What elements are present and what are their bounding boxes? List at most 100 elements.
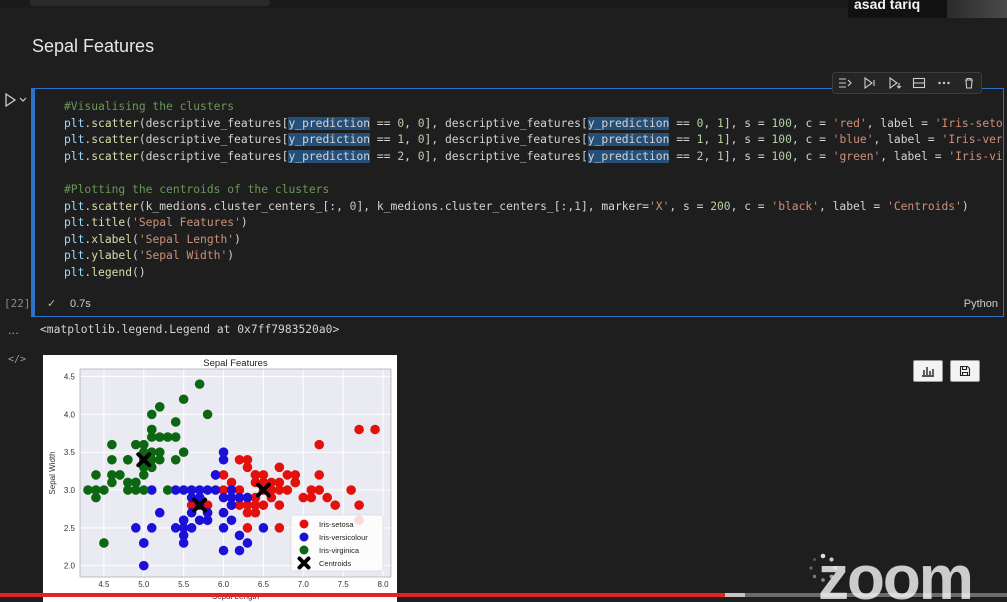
scatter-point <box>210 470 221 480</box>
code-token: scatter <box>91 133 139 147</box>
code-token: plt <box>64 265 85 279</box>
code-token: 'Sepal Width' <box>138 249 228 263</box>
more-icon[interactable] <box>935 74 953 92</box>
scatter-point <box>99 538 109 548</box>
progress-played <box>0 593 726 597</box>
code-token: ) <box>234 232 241 246</box>
output-more-icon[interactable]: ... <box>8 322 19 337</box>
code-line[interactable]: plt.legend() <box>64 265 1002 282</box>
code-token: y_prediction <box>587 149 670 163</box>
code-line[interactable]: plt.scatter(descriptive_features[y_predi… <box>64 149 1002 166</box>
code-token: plt <box>64 216 85 230</box>
scatter-point <box>250 470 261 480</box>
scatter-point <box>154 402 165 412</box>
output-code-icon[interactable]: </> <box>8 354 26 365</box>
code-line[interactable]: plt.scatter(descriptive_features[y_predi… <box>64 132 1002 149</box>
scatter-point <box>178 485 189 495</box>
markdown-heading: Sepal Features <box>32 36 155 56</box>
previous-cell-header <box>30 0 270 6</box>
participant-name: asad tariq <box>854 0 921 12</box>
execute-above-icon[interactable] <box>861 74 879 92</box>
cell-toolbar <box>832 72 982 94</box>
check-icon: ✓ <box>47 298 57 310</box>
code-line[interactable] <box>64 165 1002 182</box>
scatter-point <box>274 500 285 510</box>
participant-video-tile[interactable]: asad tariq <box>848 0 1007 18</box>
execution-time: 0.7s <box>70 298 91 310</box>
code-token: , label = <box>880 149 949 163</box>
execute-below-icon[interactable] <box>886 74 904 92</box>
split-cell-icon[interactable] <box>910 74 928 92</box>
code-token: () <box>132 265 146 279</box>
code-token: 'green' <box>832 149 881 163</box>
y-tick-label: 3.0 <box>64 486 76 495</box>
code-token: , <box>703 149 718 163</box>
code-token: y_prediction <box>288 116 371 130</box>
scatter-point <box>99 485 109 495</box>
y-tick-label: 3.5 <box>64 448 76 457</box>
code-token: plt <box>64 249 85 263</box>
code-token: 'Iris-versic <box>941 133 1002 147</box>
scatter-plot-output: 4.5 5.0 5.5 6.0 6.5 7.0 7.5 8.0 2.0 2.5 3.0 3.5 4.0 4… <box>43 355 397 602</box>
legend-marker <box>299 519 309 529</box>
code-token: 1 <box>717 116 724 130</box>
code-line[interactable]: #Plotting the centroids of the clusters <box>64 182 1002 199</box>
code-token: 100 <box>771 133 792 147</box>
code-line[interactable]: plt.xlabel('Sepal Length') <box>64 232 1002 249</box>
code-token: ) <box>227 249 235 263</box>
code-token: 'red' <box>832 116 867 130</box>
code-line[interactable]: plt.ylabel('Sepal Width') <box>64 248 1002 265</box>
execution-count: [22] <box>4 297 31 310</box>
chevron-down-icon[interactable] <box>19 97 27 103</box>
code-token: , <box>404 116 418 130</box>
x-tick-label: 7.5 <box>338 580 350 589</box>
scatter-point <box>242 454 253 465</box>
kernel-language[interactable]: Python <box>964 298 998 310</box>
scatter-point <box>146 424 157 435</box>
code-token: 200 <box>710 199 731 213</box>
bar-chart-icon <box>922 367 934 377</box>
code-token: , label = <box>873 133 942 147</box>
code-editor[interactable]: #Visualising the clusters plt.scatter(des… <box>64 99 1002 282</box>
code-token: 1 <box>717 133 724 147</box>
code-token: ], descriptive_features[ <box>424 133 588 147</box>
scatter-point <box>138 538 149 548</box>
code-line[interactable]: plt.scatter(descriptive_features[y_predi… <box>64 116 1002 133</box>
code-cell[interactable]: #Visualising the clusters plt.scatter(des… <box>31 88 1004 317</box>
code-token: 100 <box>771 149 792 163</box>
code-line[interactable]: plt.title('Sepal Features') <box>64 215 1002 232</box>
scatter-point <box>330 500 340 510</box>
code-token: 'blue' <box>832 133 874 147</box>
scatter-point <box>218 523 229 533</box>
code-token: ], k_medions.cluster_centers_[:, <box>356 199 575 213</box>
play-icon <box>5 93 17 107</box>
code-token: #Plotting the centroids of the clusters <box>64 182 330 196</box>
scatter-point <box>194 379 205 389</box>
participant-video <box>947 0 1007 18</box>
code-token: scatter <box>91 199 139 213</box>
plot-viewer-button[interactable] <box>913 360 943 382</box>
scatter-point <box>154 432 165 442</box>
scatter-chart: 4.5 5.0 5.5 6.0 6.5 7.0 7.5 8.0 2.0 2.5 3.0 3.5 4.0 4… <box>48 358 392 601</box>
code-token: , <box>703 116 718 130</box>
code-line[interactable]: #Visualising the clusters <box>64 99 1002 116</box>
code-token: 'Iris-setosa' <box>934 116 1002 130</box>
code-token: 0 <box>417 149 425 163</box>
code-line[interactable]: plt.scatter(k_medions.cluster_centers_[:… <box>64 199 1002 216</box>
scatter-point <box>107 454 117 465</box>
save-plot-button[interactable] <box>950 360 980 382</box>
scatter-point <box>242 492 253 503</box>
scatter-point <box>282 485 293 495</box>
run-by-line-icon[interactable] <box>836 74 854 92</box>
scatter-point <box>131 477 141 488</box>
code-token: 'Centroids' <box>887 199 962 213</box>
y-axis-label: Sepal Width <box>48 451 57 494</box>
code-token: ], s = <box>723 149 772 163</box>
scatter-point <box>346 485 356 495</box>
run-cell-button[interactable] <box>5 93 27 107</box>
scatter-point <box>146 523 157 533</box>
code-token: ( <box>132 232 139 246</box>
delete-icon[interactable] <box>960 74 978 92</box>
video-progress-bar[interactable] <box>0 593 1007 597</box>
legend-marker <box>299 532 309 542</box>
